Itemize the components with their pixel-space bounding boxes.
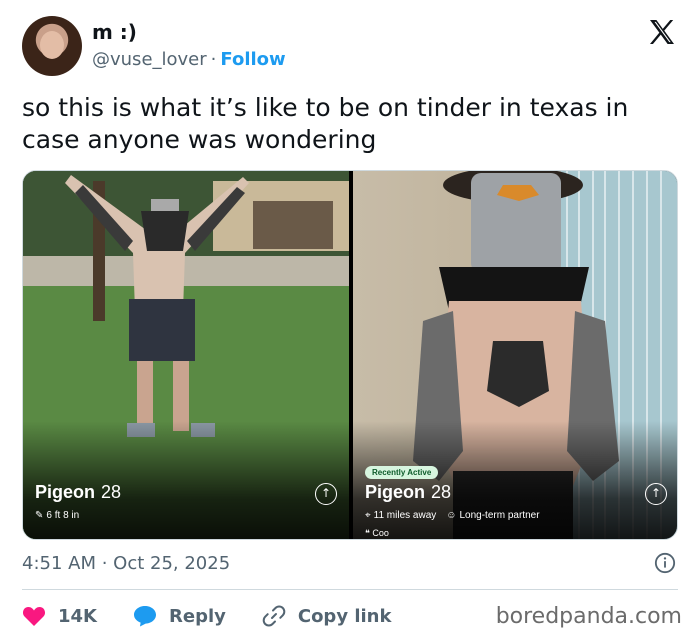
ruler-icon: ✎ <box>35 510 44 521</box>
reply-bubble-icon <box>134 606 156 627</box>
card-meta: ✎ 6 ft 8 in <box>35 510 79 521</box>
follow-button[interactable]: Follow <box>220 49 285 70</box>
media-grid[interactable]: Pigeon 28 ✎ 6 ft 8 in ↑ Recently Active Pi… <box>22 170 678 540</box>
watermark: boredpanda.com <box>495 604 682 629</box>
card-bio-text: Coo <box>372 528 389 538</box>
recently-active-badge: Recently Active <box>365 466 439 479</box>
handle-row: @vuse_lover · Follow <box>92 49 286 70</box>
card-name: Pigeon 28 <box>365 482 451 503</box>
card-age: 28 <box>431 482 452 502</box>
card-overlay <box>353 421 677 539</box>
like-button[interactable]: 14K <box>22 605 97 627</box>
copy-link-label: Copy link <box>297 605 392 627</box>
intent-icon: ☺ <box>446 510 457 521</box>
user-handle[interactable]: @vuse_lover <box>92 49 207 70</box>
card-name-text: Pigeon <box>35 482 96 502</box>
profile-info-button[interactable]: ↑ <box>315 483 337 505</box>
photo-card-right[interactable]: Recently Active Pigeon 28 ⌖ 11 miles away ☺… <box>353 171 677 539</box>
card-meta: ⌖ 11 miles away ☺ Long-term partner <box>365 510 540 521</box>
avatar[interactable] <box>22 16 82 76</box>
info-icon[interactable] <box>654 552 676 574</box>
tweet-text: so this is what it’s like to be on tinde… <box>22 93 629 154</box>
divider <box>22 589 678 590</box>
reply-label: Reply <box>169 605 226 627</box>
heart-icon <box>22 607 46 626</box>
reply-button[interactable]: Reply <box>133 605 226 627</box>
card-name-text: Pigeon <box>365 482 426 502</box>
profile-info-button[interactable]: ↑ <box>645 483 667 505</box>
tweet-timestamp[interactable]: 4:51 AM · Oct 25, 2025 <box>22 553 230 574</box>
card-bio: ❝ Coo <box>365 528 389 539</box>
action-bar: 14K Reply Copy link <box>22 603 427 629</box>
card-overlay <box>23 421 349 539</box>
card-name: Pigeon 28 <box>35 482 121 503</box>
card-age: 28 <box>101 482 122 502</box>
x-logo-icon[interactable] <box>646 16 678 48</box>
card-intent: Long-term partner <box>459 510 540 521</box>
link-icon <box>262 605 286 627</box>
copy-link-button[interactable]: Copy link <box>262 604 392 628</box>
like-count: 14K <box>58 605 97 627</box>
separator: · <box>210 49 217 70</box>
location-icon: ⌖ <box>365 510 371 521</box>
card-height: 6 ft 8 in <box>46 510 80 521</box>
photo-card-left[interactable]: Pigeon 28 ✎ 6 ft 8 in ↑ <box>23 171 349 539</box>
display-name[interactable]: m :) <box>92 20 137 44</box>
card-distance: 11 miles away <box>373 510 437 521</box>
